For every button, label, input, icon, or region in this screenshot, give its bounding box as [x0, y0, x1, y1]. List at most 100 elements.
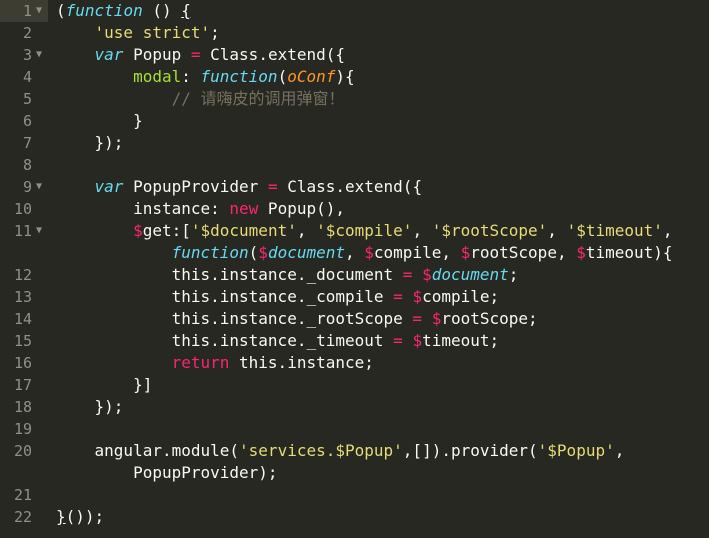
line-number: 1: [22, 2, 32, 20]
code-token: function: [171, 243, 249, 262]
gutter: 1 ▼: [0, 0, 48, 22]
code-line[interactable]: function($document, $compile, $rootScope…: [0, 242, 709, 264]
code-line[interactable]: 1 ▼ (function () {: [0, 0, 709, 22]
code-token: });: [94, 397, 124, 416]
line-number: 9: [22, 178, 32, 196]
code-token: instance:: [133, 199, 230, 218]
code-token: '$document': [190, 221, 297, 240]
code-token: =: [402, 265, 413, 284]
line-number: 3: [22, 46, 32, 64]
code-token: ,: [547, 221, 567, 240]
code-token: '$compile': [316, 221, 413, 240]
gutter: 4: [0, 66, 48, 88]
code-token: $: [133, 221, 143, 240]
line-number: 18: [13, 398, 32, 416]
code-token: this.instance;: [229, 353, 374, 372]
gutter: 3 ▼: [0, 44, 48, 66]
code-token: (: [277, 67, 288, 86]
line-code: (function () {: [56, 0, 191, 22]
code-token: Class.extend({: [277, 177, 423, 196]
fold-arrow-icon[interactable]: ▼: [36, 176, 42, 198]
line-code: var Popup = Class.extend({: [56, 44, 345, 66]
line-number: 22: [13, 508, 32, 526]
code-token: '$Popup': [537, 441, 615, 460]
code-token: =: [267, 177, 278, 196]
code-line[interactable]: 17 }]: [0, 374, 709, 396]
code-line[interactable]: 16 return this.instance;: [0, 352, 709, 374]
code-line[interactable]: 20 angular.module('services.$Popup',[]).…: [0, 440, 709, 462]
code-line[interactable]: 19: [0, 418, 709, 440]
code-token: get:[: [142, 221, 191, 240]
code-token: (): [142, 1, 182, 20]
code-line[interactable]: 18 });: [0, 396, 709, 418]
code-token: function: [200, 67, 278, 86]
line-code: this.instance._document = $document;: [56, 264, 519, 286]
code-line[interactable]: 3 ▼ var Popup = Class.extend({: [0, 44, 709, 66]
line-number: 15: [13, 332, 32, 350]
code-token: PopupProvider: [123, 177, 268, 196]
line-code: PopupProvider);: [56, 462, 278, 484]
gutter: 11 ▼: [0, 220, 48, 242]
gutter: [0, 462, 48, 484]
code-editor[interactable]: 1 ▼ (function () {2 'use strict'; 3 ▼ var Po…: [0, 0, 709, 538]
code-token: timeout){: [585, 243, 673, 262]
code-line[interactable]: PopupProvider);: [0, 462, 709, 484]
code-line[interactable]: 11 ▼ $get:['$document', '$compile', '$roo…: [0, 220, 709, 242]
code-line[interactable]: 13 this.instance._compile = $compile;: [0, 286, 709, 308]
fold-arrow-icon[interactable]: ▼: [36, 220, 42, 242]
line-number: 7: [22, 134, 32, 152]
code-token: rootScope,: [470, 243, 577, 262]
line-number: 21: [13, 486, 32, 504]
gutter: 7: [0, 132, 48, 154]
gutter: 12: [0, 264, 48, 286]
gutter: 21: [0, 484, 48, 506]
line-number: 6: [22, 112, 32, 130]
code-line[interactable]: 2 'use strict';: [0, 22, 709, 44]
line-code: }());: [56, 506, 104, 528]
code-line[interactable]: 9 ▼ var PopupProvider = Class.extend({: [0, 176, 709, 198]
code-token: ,: [614, 441, 625, 460]
code-token: $: [258, 243, 268, 262]
code-line[interactable]: 12 this.instance._document = $document;: [0, 264, 709, 286]
gutter: 10: [0, 198, 48, 220]
code-line[interactable]: 4 modal: function(oConf){: [0, 66, 709, 88]
code-line[interactable]: 6 }: [0, 110, 709, 132]
code-token: ){: [335, 67, 355, 86]
code-line[interactable]: 7 });: [0, 132, 709, 154]
gutter: 6: [0, 110, 48, 132]
fold-arrow-icon[interactable]: ▼: [36, 0, 42, 22]
code-line[interactable]: 22}());: [0, 506, 709, 528]
gutter: 19: [0, 418, 48, 440]
code-token: :: [181, 67, 201, 86]
code-token: }: [56, 507, 66, 526]
code-token: (: [56, 1, 66, 20]
code-token: new: [229, 199, 259, 218]
code-token: (: [248, 243, 259, 262]
code-token: '$rootScope': [431, 221, 548, 240]
code-token: this.instance._document: [171, 265, 403, 284]
line-code: this.instance._timeout = $timeout;: [56, 330, 500, 352]
line-code: return this.instance;: [56, 352, 374, 374]
code-token: =: [190, 45, 201, 64]
gutter: 2: [0, 22, 48, 44]
gutter: 15: [0, 330, 48, 352]
code-token: Class.extend({: [200, 45, 346, 64]
code-line[interactable]: 21: [0, 484, 709, 506]
code-token: ());: [65, 507, 105, 526]
code-token: $: [576, 243, 586, 262]
code-token: document: [267, 243, 345, 262]
code-token: this.instance._timeout: [171, 331, 394, 350]
code-line[interactable]: 10 instance: new Popup(),: [0, 198, 709, 220]
code-token: }]: [133, 375, 153, 394]
code-token: ,: [412, 221, 432, 240]
code-token: function: [65, 1, 143, 20]
code-line[interactable]: 15 this.instance._timeout = $timeout;: [0, 330, 709, 352]
gutter: 8: [0, 154, 48, 176]
code-line[interactable]: 5 // 请嗨皮的调用弹窗！: [0, 88, 709, 110]
code-token: $: [412, 287, 423, 306]
fold-arrow-icon[interactable]: ▼: [36, 44, 42, 66]
line-number: 4: [22, 68, 32, 86]
code-line[interactable]: 14 this.instance._rootScope = $rootScope…: [0, 308, 709, 330]
code-line[interactable]: 8: [0, 154, 709, 176]
